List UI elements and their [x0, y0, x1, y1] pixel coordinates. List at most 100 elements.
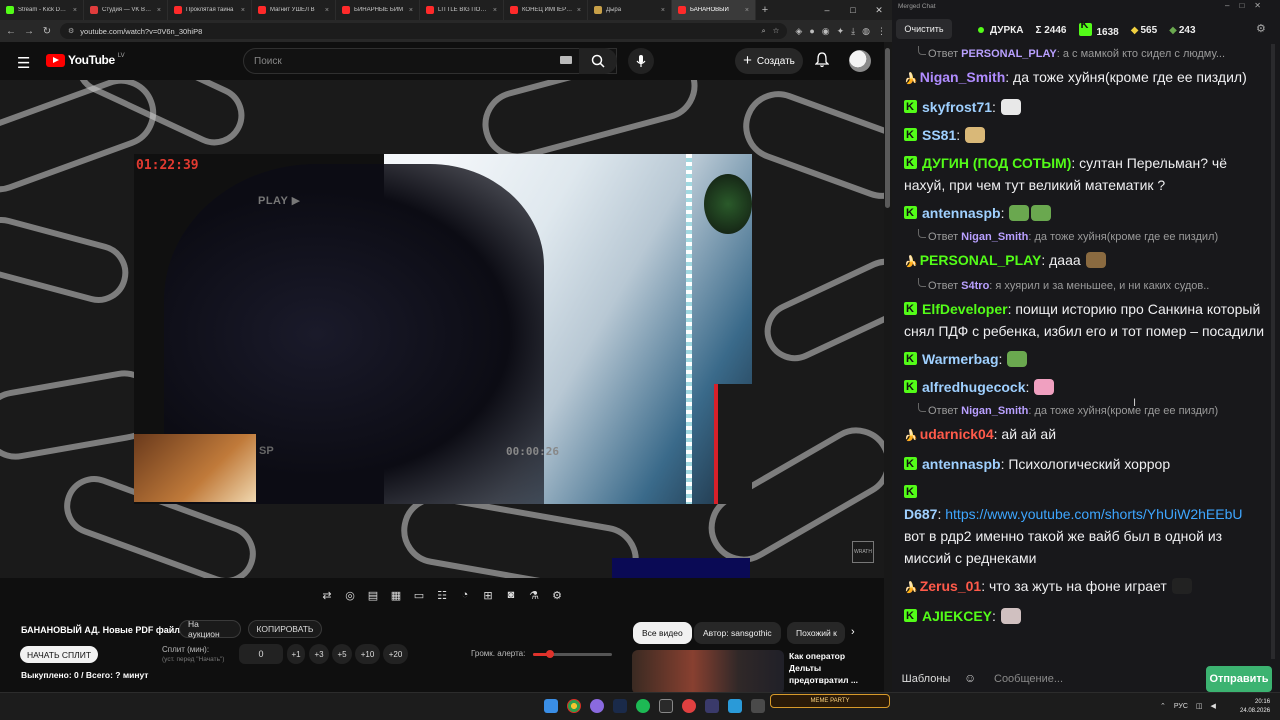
- chat-username[interactable]: skyfrost71: [922, 99, 992, 115]
- chat-username[interactable]: ДУГИН (ПОД СОТЫМ): [922, 155, 1071, 171]
- chip-author[interactable]: Автор: sansgothic: [694, 622, 781, 644]
- close-icon[interactable]: ✕: [866, 0, 892, 20]
- tab-close-icon[interactable]: ×: [745, 7, 749, 14]
- tab-close-icon[interactable]: ×: [325, 7, 329, 14]
- settings-gear-icon[interactable]: ⚙: [548, 586, 566, 604]
- tab-close-icon[interactable]: ×: [577, 7, 581, 14]
- browser-tab[interactable]: Проклятая тайна ×: [168, 0, 252, 20]
- url-field[interactable]: ⚙ youtube.com/watch?v=0V6n_30hiP8 ⌕ ☆: [60, 23, 788, 39]
- maximize-icon[interactable]: □: [840, 0, 866, 20]
- video-player[interactable]: [0, 80, 884, 578]
- voice-search-button[interactable]: [628, 48, 654, 74]
- tab-close-icon[interactable]: ×: [157, 7, 161, 14]
- minimize-icon[interactable]: –: [1225, 1, 1229, 10]
- avatar[interactable]: [849, 50, 871, 72]
- chrome-icon[interactable]: [567, 699, 581, 713]
- chat-username[interactable]: ElfDeveloper: [922, 301, 1008, 317]
- close-icon[interactable]: ✕: [1254, 1, 1261, 10]
- search-button[interactable]: [579, 48, 617, 74]
- chat-username[interactable]: antennaspb: [922, 456, 1001, 472]
- back-icon[interactable]: ←: [6, 26, 16, 37]
- app-icon[interactable]: [751, 699, 765, 713]
- tab-close-icon[interactable]: ×: [241, 7, 245, 14]
- increment-button[interactable]: +3: [309, 644, 329, 664]
- language-indicator[interactable]: РУС: [1174, 703, 1188, 710]
- tab-close-icon[interactable]: ×: [493, 7, 497, 14]
- reply-username[interactable]: PERSONAL_PLAY: [961, 48, 1057, 60]
- reply-username[interactable]: S4tro: [961, 280, 989, 292]
- broadcast-icon[interactable]: ◎: [341, 586, 359, 604]
- related-video-thumbnail[interactable]: [632, 650, 784, 694]
- minimize-icon[interactable]: –: [814, 0, 840, 20]
- youtube-logo[interactable]: YouTube LV: [46, 53, 125, 67]
- split-minutes-input[interactable]: 0: [239, 644, 283, 664]
- chat-link[interactable]: https://www.youtube.com/shorts/YhUiW2hEE…: [945, 506, 1242, 522]
- browser-tab[interactable]: Студия — VK Видео ×: [84, 0, 168, 20]
- reply-username[interactable]: Nigan_Smith: [961, 231, 1028, 243]
- loop-icon[interactable]: ⇄: [318, 586, 336, 604]
- chat-username[interactable]: Zerus_01: [920, 578, 981, 594]
- speed-gauge-icon[interactable]: ◔: [456, 586, 474, 604]
- download-icon[interactable]: ⤓: [851, 26, 855, 37]
- extension-icon[interactable]: ◈: [795, 26, 802, 37]
- related-video-title[interactable]: Как оператор Дельты предотвратил ...: [789, 650, 869, 686]
- increment-button[interactable]: +5: [332, 644, 352, 664]
- start-split-button[interactable]: НАЧАТЬ СПЛИТ: [20, 646, 98, 663]
- increment-button[interactable]: +10: [355, 644, 380, 664]
- crop-icon[interactable]: ▭: [410, 586, 428, 604]
- app-icon[interactable]: [659, 699, 673, 713]
- tab-close-icon[interactable]: ×: [73, 7, 77, 14]
- discord-icon[interactable]: [590, 699, 604, 713]
- puzzle-icon[interactable]: ✦: [837, 26, 845, 37]
- browser-tab[interactable]: LITTLE BIG ПОТЕР ×: [420, 0, 504, 20]
- app-icon[interactable]: [705, 699, 719, 713]
- zoom-icon[interactable]: ⌕: [761, 26, 765, 36]
- search-input[interactable]: [244, 49, 544, 73]
- chat-message-input[interactable]: [988, 666, 1202, 692]
- tray-chevron-icon[interactable]: ⌃: [1160, 702, 1166, 710]
- page-scrollbar-thumb[interactable]: [885, 48, 890, 208]
- new-tab-icon[interactable]: +: [756, 0, 774, 20]
- meme-party-widget[interactable]: MEME PARTY: [770, 694, 890, 708]
- menu-dots-icon[interactable]: ⋮: [877, 26, 886, 37]
- chip-similar[interactable]: Похожий к: [787, 622, 845, 644]
- telegram-icon[interactable]: [728, 699, 742, 713]
- menu-icon[interactable]: ☰: [17, 54, 30, 72]
- browser-tab[interactable]: Дыра ×: [588, 0, 672, 20]
- chat-settings-icon[interactable]: ⚙: [1256, 22, 1266, 35]
- chip-all-videos[interactable]: Все видео: [633, 622, 692, 644]
- network-icon[interactable]: ◫: [1196, 702, 1203, 710]
- emoji-picker-icon[interactable]: ☺: [964, 671, 976, 685]
- auction-button[interactable]: На аукцион: [179, 619, 241, 639]
- chat-username[interactable]: PERSONAL_PLAY: [920, 252, 1042, 268]
- picture-in-picture-icon[interactable]: ⊞: [479, 586, 497, 604]
- forward-icon[interactable]: →: [24, 26, 34, 37]
- chat-scrollbar[interactable]: [1271, 44, 1275, 659]
- increment-button[interactable]: +20: [383, 644, 408, 664]
- site-info-icon[interactable]: ⚙: [68, 27, 74, 35]
- screenshot-camera-icon[interactable]: ◙: [502, 586, 520, 604]
- extension-icon[interactable]: ●: [809, 26, 814, 37]
- notifications-bell-icon[interactable]: [815, 52, 829, 68]
- templates-button[interactable]: Шаблоны: [900, 667, 952, 691]
- keyboard-icon[interactable]: [560, 56, 572, 64]
- browser-tab[interactable]: БИНАРНЫЕ БИМ ×: [336, 0, 420, 20]
- chevron-right-icon[interactable]: ›: [851, 626, 855, 638]
- tab-close-icon[interactable]: ×: [661, 7, 665, 14]
- spotify-icon[interactable]: [636, 699, 650, 713]
- taskbar-clock[interactable]: 20:16 24.08.2026: [1240, 698, 1270, 716]
- app-icon[interactable]: [682, 699, 696, 713]
- increment-button[interactable]: +1: [287, 644, 305, 664]
- chat-username[interactable]: udarnick04: [920, 426, 994, 442]
- reload-icon[interactable]: ↻: [42, 26, 52, 37]
- windows-start-icon[interactable]: [544, 699, 558, 713]
- bookmark-star-icon[interactable]: ☆: [773, 26, 780, 36]
- chat-username[interactable]: Nigan_Smith: [920, 69, 1006, 85]
- maximize-icon[interactable]: □: [1239, 1, 1244, 10]
- chat-username[interactable]: alfredhugecock: [922, 379, 1025, 395]
- alert-volume-handle[interactable]: [546, 650, 555, 658]
- flask-icon[interactable]: ⚗: [525, 586, 543, 604]
- profile-icon[interactable]: ◍: [862, 26, 870, 37]
- chat-username[interactable]: SS81: [922, 127, 956, 143]
- browser-tab[interactable]: Магнит УШЁЛ В ×: [252, 0, 336, 20]
